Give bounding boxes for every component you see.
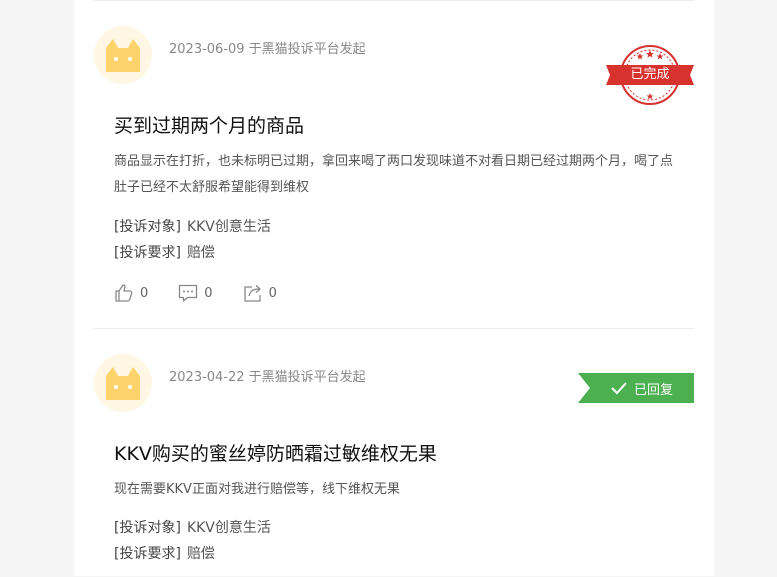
like-button[interactable]: 0: [114, 283, 148, 303]
complaint-demand: [投诉要求] 赔偿: [114, 543, 215, 563]
comment-icon: [179, 284, 198, 302]
check-icon: [611, 382, 627, 395]
status-stamp-completed: 已完成: [604, 44, 696, 108]
share-icon: [243, 285, 261, 302]
like-count: 0: [140, 285, 149, 301]
complaint-description: 现在需要KKV正面对我进行赔偿等，线下维权无果: [114, 482, 400, 497]
field-value: KKV创意生活: [186, 219, 271, 235]
field-value: 赔偿: [186, 546, 215, 562]
complaint-title[interactable]: KKV购买的蜜丝婷防晒霜过敏维权无果: [114, 439, 437, 466]
complaint-target: [投诉对象] KKV创意生活: [114, 517, 271, 537]
avatar: [94, 26, 152, 84]
status-badge-replied: 已回复: [578, 373, 694, 403]
complaint-title[interactable]: 买到过期两个月的商品: [114, 111, 304, 138]
field-label: [投诉要求]: [114, 245, 181, 261]
field-value: 赔偿: [186, 245, 215, 261]
comment-count: 0: [204, 285, 213, 301]
complaint-card[interactable]: 2023-06-09 于黑猫投诉平台发起 已完成 买到过期两个月的商品 商品显示…: [74, 0, 714, 328]
complaint-card[interactable]: 2023-04-22 于黑猫投诉平台发起 已回复 KKV购买的蜜丝婷防晒霜过敏维…: [94, 328, 694, 577]
cat-avatar-icon: [106, 39, 140, 72]
share-button[interactable]: 0: [243, 283, 277, 303]
complaint-description: 商品显示在打折，也未标明已过期，拿回来喝了两口发现味道不对看日期已经过期两个月，…: [114, 154, 674, 195]
complaint-demand: [投诉要求] 赔偿: [114, 242, 215, 262]
complaint-list-panel: 2023-06-09 于黑猫投诉平台发起 已完成 买到过期两个月的商品 商品显示…: [74, 0, 714, 576]
field-value: KKV创意生活: [186, 520, 271, 536]
cat-avatar-icon: [106, 367, 140, 400]
share-count: 0: [268, 285, 277, 301]
thumbs-up-icon: [115, 284, 133, 302]
field-label: [投诉对象]: [114, 520, 181, 536]
action-bar: 0 0 0: [114, 283, 307, 303]
status-label: 已完成: [630, 67, 670, 82]
complaint-date: 2023-04-22 于黑猫投诉平台发起: [169, 370, 366, 385]
field-label: [投诉对象]: [114, 219, 181, 235]
complaint-date: 2023-06-09 于黑猫投诉平台发起: [169, 42, 366, 57]
field-label: [投诉要求]: [114, 546, 181, 562]
complaint-target: [投诉对象] KKV创意生活: [114, 216, 271, 236]
avatar: [94, 354, 152, 412]
status-label: 已回复: [634, 382, 674, 398]
comment-button[interactable]: 0: [178, 283, 213, 303]
